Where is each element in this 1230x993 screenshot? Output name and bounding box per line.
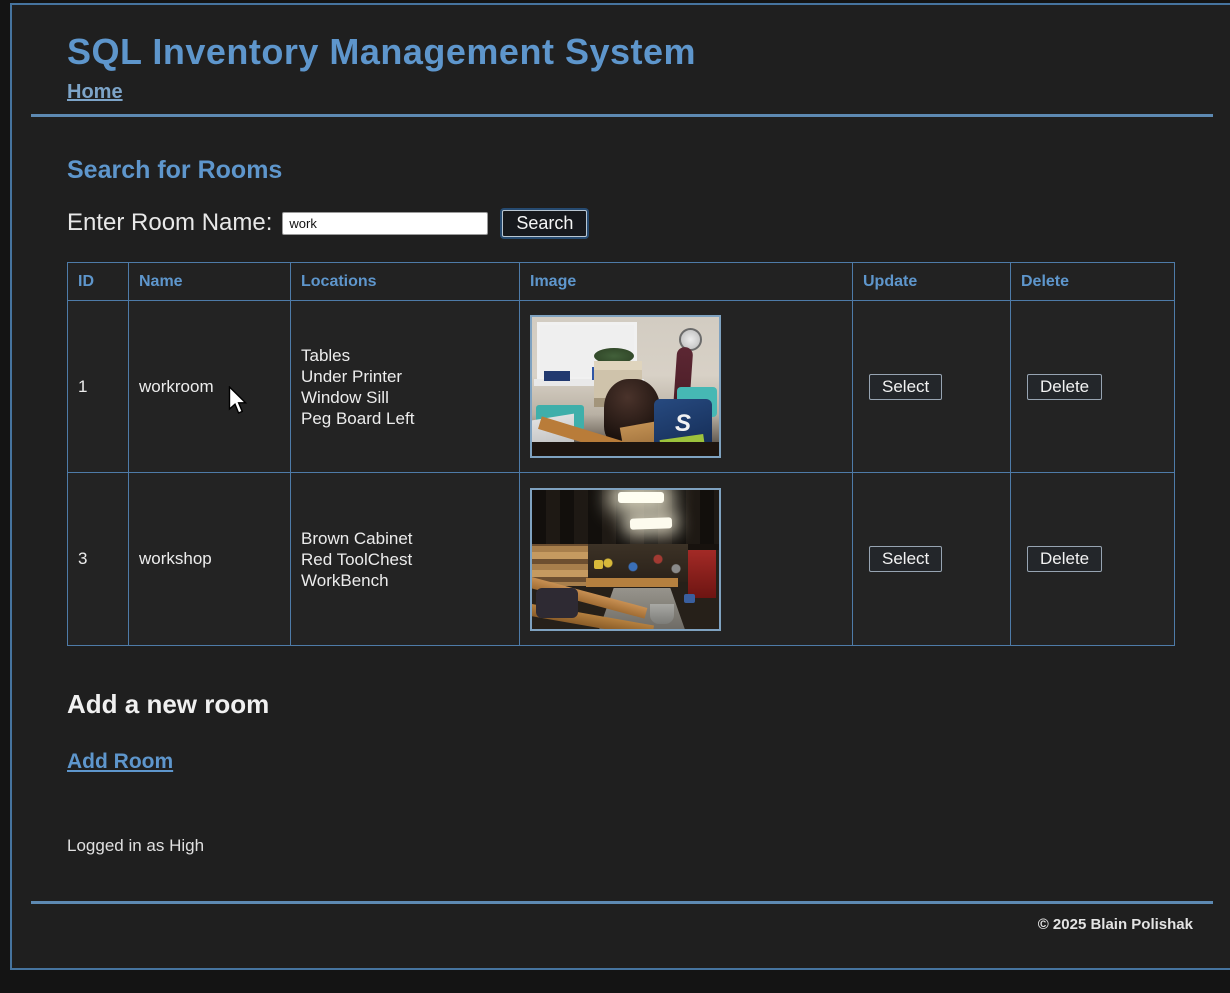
location-item: Peg Board Left	[301, 408, 519, 429]
location-item: Under Printer	[301, 366, 519, 387]
photo-detail	[536, 588, 578, 618]
select-button[interactable]: Select	[869, 546, 942, 572]
photo-detail	[586, 578, 678, 587]
cell-update: Select	[853, 473, 1011, 646]
table-row-workshop: 3 workshop Brown Cabinet Red ToolChest W…	[68, 473, 1175, 646]
photo-detail	[544, 371, 570, 381]
location-item: Brown Cabinet	[301, 528, 519, 549]
logged-in-status: Logged in as High	[67, 836, 204, 856]
column-header-delete: Delete	[1011, 263, 1175, 301]
select-button[interactable]: Select	[869, 374, 942, 400]
photo-detail	[630, 517, 672, 529]
cell-image	[520, 473, 853, 646]
page-title: SQL Inventory Management System	[67, 31, 696, 73]
home-link[interactable]: Home	[67, 81, 123, 104]
cell-update: Select	[853, 301, 1011, 473]
photo-detail	[618, 492, 664, 503]
column-header-image: Image	[520, 263, 853, 301]
add-room-heading: Add a new room	[67, 689, 269, 720]
column-header-update: Update	[853, 263, 1011, 301]
photo-detail	[650, 604, 674, 624]
workshop-photo	[530, 488, 721, 631]
cell-id: 3	[68, 473, 129, 646]
cell-name: workroom	[129, 301, 291, 473]
photo-detail	[684, 594, 695, 603]
location-item: Red ToolChest	[301, 549, 519, 570]
column-header-locations: Locations	[291, 263, 520, 301]
photo-detail	[588, 544, 688, 582]
photo-detail	[532, 442, 719, 456]
page-frame: SQL Inventory Management System Home Sea…	[10, 3, 1230, 970]
header-divider	[31, 114, 1213, 117]
column-header-name: Name	[129, 263, 291, 301]
workroom-photo: S	[530, 315, 721, 458]
cell-id: 1	[68, 301, 129, 473]
add-room-link[interactable]: Add Room	[67, 750, 173, 774]
search-button[interactable]: Search	[502, 210, 587, 237]
location-item: Tables	[301, 345, 519, 366]
room-name-label: Enter Room Name:	[67, 209, 272, 237]
photo-detail	[688, 550, 716, 598]
cell-locations: Brown Cabinet Red ToolChest WorkBench	[291, 473, 520, 646]
room-name-input[interactable]	[282, 212, 488, 235]
delete-button[interactable]: Delete	[1027, 374, 1102, 400]
delete-button[interactable]: Delete	[1027, 546, 1102, 572]
table-row-workroom: 1 workroom Tables Under Printer Window S…	[68, 301, 1175, 473]
rooms-table: ID Name Locations Image Update Delete 1 …	[67, 262, 1175, 646]
table-header-row: ID Name Locations Image Update Delete	[68, 263, 1175, 301]
copyright-text: © 2025 Blain Polishak	[1038, 916, 1193, 933]
column-header-id: ID	[68, 263, 129, 301]
cell-delete: Delete	[1011, 473, 1175, 646]
photo-detail	[594, 560, 603, 569]
search-heading: Search for Rooms	[67, 156, 282, 185]
location-item: WorkBench	[301, 570, 519, 591]
search-form: Enter Room Name: Search	[67, 209, 587, 237]
cell-delete: Delete	[1011, 301, 1175, 473]
footer-divider	[31, 901, 1213, 904]
cell-image: S	[520, 301, 853, 473]
cell-name: workshop	[129, 473, 291, 646]
location-item: Window Sill	[301, 387, 519, 408]
screen: SQL Inventory Management System Home Sea…	[0, 0, 1230, 993]
cell-locations: Tables Under Printer Window Sill Peg Boa…	[291, 301, 520, 473]
